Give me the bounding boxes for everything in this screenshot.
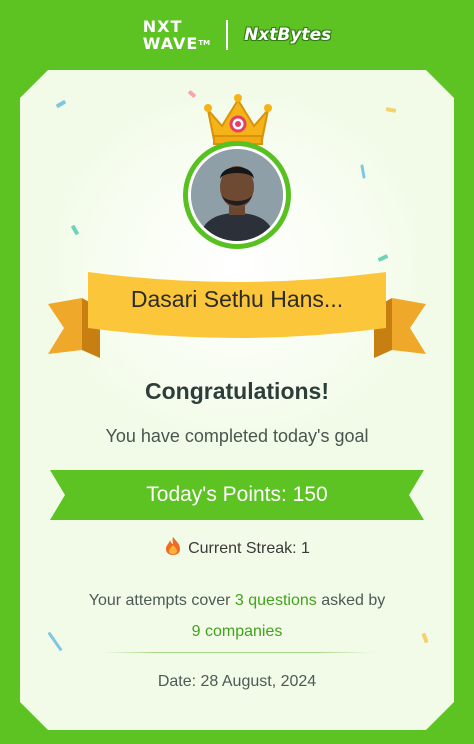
date-line: Date: 28 August, 2024 (0, 673, 474, 691)
logo-tm: TM (198, 39, 211, 47)
streak-label: Current Streak: 1 (188, 540, 310, 557)
logo-line-1: NXT (142, 17, 183, 36)
user-name: Dasari Sethu Hans... (130, 286, 344, 312)
nxtwave-logo: NXT WAVETM (143, 18, 210, 52)
crown-icon (204, 94, 272, 145)
nxtbytes-logo: NxtBytes (244, 25, 332, 45)
attempts-prefix: Your attempts cover (88, 592, 231, 609)
streak-line: Current Streak: 1 (0, 536, 474, 558)
divider-line (100, 652, 374, 653)
attempts-middle: asked by (321, 592, 386, 609)
attempts-summary: Your attempts cover 3 questions asked by… (40, 585, 434, 647)
profile-photo (191, 149, 283, 241)
header: NXT WAVETM NxtBytes (0, 0, 474, 70)
date-value: 28 August, 2024 (200, 673, 317, 690)
companies-count: 9 companies (191, 623, 283, 640)
logo-divider (226, 20, 229, 50)
date-label: Date: (157, 673, 197, 690)
goal-subtitle: You have completed today's goal (105, 426, 369, 446)
questions-count: 3 questions (234, 592, 317, 609)
logo-line-2: WAVE (142, 34, 199, 53)
avatar (183, 141, 291, 249)
person-silhouette-icon (191, 149, 283, 241)
congratulations-heading: Congratulations! (145, 378, 329, 404)
points-banner: Today's Points: 150 (50, 470, 424, 520)
fire-icon (166, 537, 181, 555)
